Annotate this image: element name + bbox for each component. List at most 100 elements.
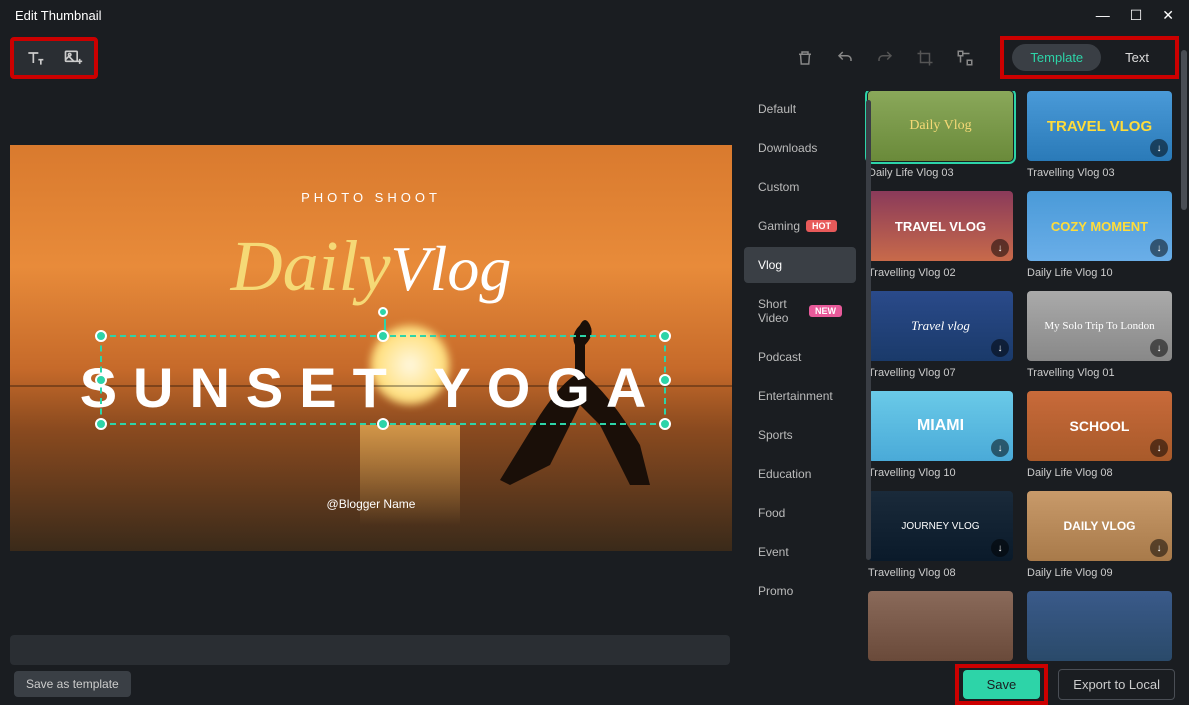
tab-template[interactable]: Template bbox=[1012, 44, 1101, 71]
category-label: Short Video bbox=[758, 297, 803, 325]
category-item-education[interactable]: Education bbox=[744, 456, 856, 492]
category-label: Entertainment bbox=[758, 389, 833, 403]
download-icon[interactable]: ↓ bbox=[991, 239, 1009, 257]
category-label: Default bbox=[758, 102, 796, 116]
window-title: Edit Thumbnail bbox=[15, 8, 101, 23]
window-controls: — ☐ ✕ bbox=[1096, 7, 1174, 24]
download-icon[interactable]: ↓ bbox=[991, 539, 1009, 557]
template-thumbnail: My Solo Trip To London↓ bbox=[1027, 291, 1172, 361]
category-item-food[interactable]: Food bbox=[744, 495, 856, 531]
resize-handle-br[interactable] bbox=[659, 418, 671, 430]
template-label: Travelling Vlog 02 bbox=[868, 267, 1013, 279]
template-card[interactable]: DAILY VLOG↓Daily Life Vlog 09 bbox=[1027, 491, 1172, 579]
export-button[interactable]: Export to Local bbox=[1058, 669, 1175, 700]
category-item-short-video[interactable]: Short VideoNEW bbox=[744, 286, 856, 336]
template-card[interactable]: JOURNEY VLOG↓Travelling Vlog 08 bbox=[868, 491, 1013, 579]
save-as-template-button[interactable]: Save as template bbox=[14, 671, 131, 697]
toolbar: Template Text bbox=[0, 30, 1189, 85]
download-icon[interactable]: ↓ bbox=[1150, 439, 1168, 457]
thumbnail-canvas[interactable]: PHOTO SHOOT DailyVlog SUNSET YOGA @Blogg… bbox=[10, 145, 732, 551]
resize-handle-ml[interactable] bbox=[95, 374, 107, 386]
resize-handle-bm[interactable] bbox=[377, 418, 389, 430]
transform-icon[interactable] bbox=[954, 47, 976, 69]
download-icon[interactable]: ↓ bbox=[991, 439, 1009, 457]
category-item-sports[interactable]: Sports bbox=[744, 417, 856, 453]
maximize-icon[interactable]: ☐ bbox=[1130, 7, 1143, 24]
add-text-icon[interactable] bbox=[24, 47, 46, 69]
text-selection-box[interactable] bbox=[100, 335, 666, 425]
minimize-icon[interactable]: — bbox=[1096, 7, 1110, 24]
add-image-icon[interactable] bbox=[62, 47, 84, 69]
category-item-custom[interactable]: Custom bbox=[744, 169, 856, 205]
download-icon[interactable]: ↓ bbox=[1150, 339, 1168, 357]
category-item-entertainment[interactable]: Entertainment bbox=[744, 378, 856, 414]
crop-icon[interactable] bbox=[914, 47, 936, 69]
resize-handle-tr[interactable] bbox=[659, 330, 671, 342]
redo-icon[interactable] bbox=[874, 47, 896, 69]
category-item-promo[interactable]: Promo bbox=[744, 573, 856, 609]
template-thumbnail bbox=[1027, 591, 1172, 661]
rotate-handle[interactable] bbox=[378, 307, 388, 317]
template-thumbnail: SCHOOL↓ bbox=[1027, 391, 1172, 461]
side-panel: Default Downloads Custom GamingHOT Vlog Short… bbox=[740, 85, 1180, 675]
download-icon[interactable]: ↓ bbox=[1150, 239, 1168, 257]
template-card[interactable]: COZY MOMENT↓Daily Life Vlog 10 bbox=[1027, 191, 1172, 279]
template-thumb-text: JOURNEY VLOG bbox=[901, 521, 979, 532]
template-label: Travelling Vlog 03 bbox=[1027, 167, 1172, 179]
category-item-podcast[interactable]: Podcast bbox=[744, 339, 856, 375]
resize-handle-mr[interactable] bbox=[659, 374, 671, 386]
template-label: Daily Life Vlog 03 bbox=[868, 167, 1013, 179]
template-thumbnail: MIAMI ↓ bbox=[868, 391, 1013, 461]
category-label: Education bbox=[758, 467, 811, 481]
template-thumbnail: Travel vlog↓ bbox=[868, 291, 1013, 361]
template-card[interactable]: TRAVEL VLOG↓ Travelling Vlog 02 bbox=[868, 191, 1013, 279]
category-item-vlog[interactable]: Vlog bbox=[744, 247, 856, 283]
category-item-default[interactable]: Default bbox=[744, 91, 856, 127]
download-icon[interactable]: ↓ bbox=[1150, 139, 1168, 157]
template-card[interactable] bbox=[868, 591, 1013, 667]
template-thumb-text: MIAMI bbox=[917, 417, 964, 435]
category-scrollbar[interactable] bbox=[866, 100, 871, 560]
edit-tools bbox=[794, 47, 988, 69]
templates-scrollbar[interactable] bbox=[1181, 50, 1187, 210]
save-button[interactable]: Save bbox=[963, 670, 1041, 699]
template-thumb-text: Daily Vlog bbox=[909, 118, 971, 134]
template-label: Daily Life Vlog 10 bbox=[1027, 267, 1172, 279]
template-card[interactable]: Daily Vlog Daily Life Vlog 03 bbox=[868, 91, 1013, 179]
template-card[interactable] bbox=[1027, 591, 1172, 667]
vlog-word: Vlog bbox=[391, 233, 512, 304]
daily-vlog-text[interactable]: DailyVlog bbox=[10, 225, 732, 308]
category-label: Custom bbox=[758, 180, 799, 194]
category-item-downloads[interactable]: Downloads bbox=[744, 130, 856, 166]
template-thumbnail bbox=[868, 591, 1013, 661]
resize-handle-tl[interactable] bbox=[95, 330, 107, 342]
template-thumb-text: DAILY VLOG bbox=[1063, 519, 1135, 533]
template-thumbnail: TRAVEL VLOG↓ bbox=[868, 191, 1013, 261]
panel-tabs-highlight: Template Text bbox=[1000, 36, 1179, 79]
template-card[interactable]: MIAMI↓Travelling Vlog 10 bbox=[868, 391, 1013, 479]
category-label: Vlog bbox=[758, 258, 782, 272]
photo-shoot-text[interactable]: PHOTO SHOOT bbox=[10, 190, 732, 205]
template-card[interactable]: My Solo Trip To London↓Travelling Vlog 0… bbox=[1027, 291, 1172, 379]
download-icon[interactable]: ↓ bbox=[1150, 539, 1168, 557]
category-item-event[interactable]: Event bbox=[744, 534, 856, 570]
blogger-name-text[interactable]: @Blogger Name bbox=[10, 497, 732, 511]
undo-icon[interactable] bbox=[834, 47, 856, 69]
template-thumbnail: DAILY VLOG ↓ bbox=[1027, 491, 1172, 561]
resize-handle-tm[interactable] bbox=[377, 330, 389, 342]
tab-text[interactable]: Text bbox=[1107, 44, 1167, 71]
category-item-gaming[interactable]: GamingHOT bbox=[744, 208, 856, 244]
download-icon[interactable]: ↓ bbox=[991, 339, 1009, 357]
template-card[interactable]: TRAVEL VLOG↓Travelling Vlog 03 bbox=[1027, 91, 1172, 179]
category-label: Downloads bbox=[758, 141, 817, 155]
canvas-area: PHOTO SHOOT DailyVlog SUNSET YOGA @Blogg… bbox=[0, 85, 740, 675]
category-list: Default Downloads Custom GamingHOT Vlog Short… bbox=[740, 91, 860, 675]
main-area: PHOTO SHOOT DailyVlog SUNSET YOGA @Blogg… bbox=[0, 85, 1189, 675]
templates-grid: Daily Vlog Daily Life Vlog 03 TRAVEL VLOG↓… bbox=[860, 91, 1180, 675]
resize-handle-bl[interactable] bbox=[95, 418, 107, 430]
save-button-highlight: Save bbox=[955, 664, 1049, 705]
close-icon[interactable]: ✕ bbox=[1162, 7, 1174, 24]
template-card[interactable]: Travel vlog↓Travelling Vlog 07 bbox=[868, 291, 1013, 379]
delete-icon[interactable] bbox=[794, 47, 816, 69]
template-card[interactable]: SCHOOL↓Daily Life Vlog 08 bbox=[1027, 391, 1172, 479]
